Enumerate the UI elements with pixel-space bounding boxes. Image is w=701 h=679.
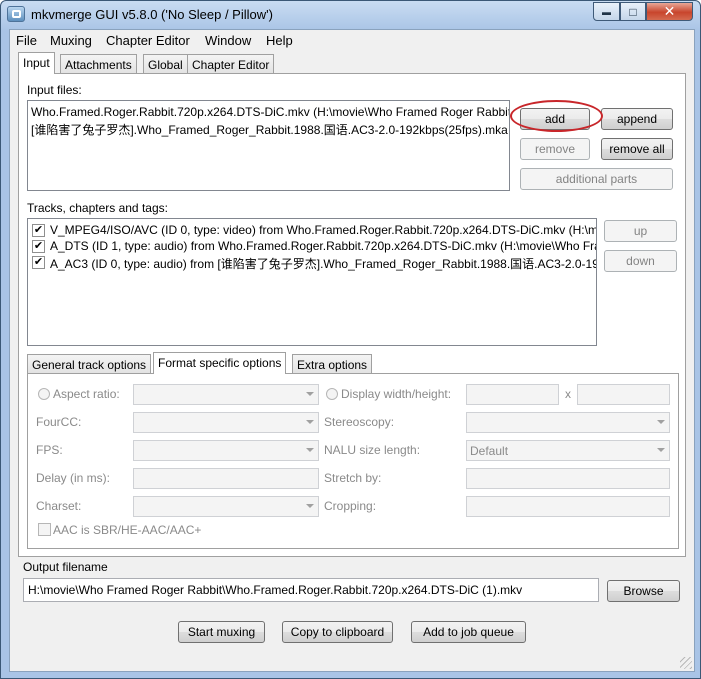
- remove-button[interactable]: remove: [520, 138, 590, 160]
- track-item[interactable]: V_MPEG4/ISO/AVC (ID 0, type: video) from…: [50, 223, 596, 239]
- nalu-label: NALU size length:: [324, 443, 421, 457]
- aac-sbr-label: AAC is SBR/HE-AAC/AAC+: [53, 523, 202, 537]
- delay-field[interactable]: [133, 468, 319, 489]
- maximize-icon: □: [629, 4, 637, 19]
- chevron-down-icon: [657, 420, 665, 424]
- minimize-icon: ▬: [602, 6, 611, 17]
- display-width-field[interactable]: [466, 384, 559, 405]
- tab-input[interactable]: Input: [18, 52, 55, 74]
- tab-chapter-editor[interactable]: Chapter Editor: [187, 54, 275, 74]
- stereoscopy-label: Stereoscopy:: [324, 415, 395, 429]
- minimize-button[interactable]: ▬: [593, 2, 620, 21]
- down-button[interactable]: down: [604, 250, 677, 272]
- track-item[interactable]: A_DTS (ID 1, type: audio) from Who.Frame…: [50, 239, 596, 255]
- stretch-field[interactable]: [466, 468, 670, 489]
- stretch-label: Stretch by:: [324, 471, 382, 485]
- display-wh-label: Display width/height:: [341, 387, 452, 401]
- maximize-button[interactable]: □: [620, 2, 646, 21]
- charset-combo[interactable]: [133, 496, 319, 517]
- aspect-ratio-combo[interactable]: [133, 384, 319, 405]
- fourcc-label: FourCC:: [36, 415, 82, 429]
- menu-help[interactable]: Help: [266, 33, 293, 48]
- delay-label: Delay (in ms):: [36, 471, 111, 485]
- browse-button[interactable]: Browse: [607, 580, 680, 602]
- chevron-down-icon: [306, 504, 314, 508]
- close-button[interactable]: ✕: [646, 2, 693, 21]
- menu-file[interactable]: File: [16, 33, 37, 48]
- tracks-list[interactable]: ✔ V_MPEG4/ISO/AVC (ID 0, type: video) fr…: [27, 218, 597, 346]
- aspect-ratio-radio[interactable]: [38, 388, 50, 400]
- input-files-label: Input files:: [27, 83, 82, 97]
- output-filename-field[interactable]: H:\movie\Who Framed Roger Rabbit\Who.Fra…: [23, 578, 599, 602]
- append-button[interactable]: append: [601, 108, 673, 130]
- aac-sbr-checkbox[interactable]: [38, 523, 51, 536]
- app-icon: [7, 6, 25, 22]
- remove-all-button[interactable]: remove all: [601, 138, 673, 160]
- list-item[interactable]: Who.Framed.Roger.Rabbit.720p.x264.DTS-Di…: [31, 105, 509, 121]
- nalu-combo[interactable]: Default: [466, 440, 670, 461]
- stereoscopy-combo[interactable]: [466, 412, 670, 433]
- menu-window[interactable]: Window: [205, 33, 251, 48]
- additional-parts-button[interactable]: additional parts: [520, 168, 673, 190]
- nalu-value: Default: [470, 444, 509, 458]
- display-height-field[interactable]: [577, 384, 670, 405]
- format-options-panel: Aspect ratio: Display width/height: x Fo…: [27, 373, 679, 549]
- start-muxing-button[interactable]: Start muxing: [178, 621, 265, 643]
- menu-muxing[interactable]: Muxing: [50, 33, 92, 48]
- input-tab-panel: Input files: Who.Framed.Roger.Rabbit.720…: [18, 73, 686, 557]
- cropping-field[interactable]: [466, 496, 670, 517]
- track-checkbox[interactable]: ✔: [32, 240, 45, 253]
- track-item[interactable]: A_AC3 (ID 0, type: audio) from [谁陷害了兔子罗杰…: [50, 255, 596, 271]
- app-window: mkvmerge GUI v5.8.0 ('No Sleep / Pillow'…: [0, 0, 701, 679]
- list-item[interactable]: [谁陷害了兔子罗杰].Who_Framed_Roger_Rabbit.1988.…: [31, 121, 508, 137]
- output-filename-label: Output filename: [23, 560, 108, 574]
- chevron-down-icon: [306, 448, 314, 452]
- display-wh-radio[interactable]: [326, 388, 338, 400]
- copy-to-clipboard-button[interactable]: Copy to clipboard: [282, 621, 393, 643]
- display-x-separator: x: [565, 387, 571, 401]
- tab-general-track-options[interactable]: General track options: [27, 354, 152, 374]
- track-checkbox[interactable]: ✔: [32, 256, 45, 269]
- tab-global[interactable]: Global: [143, 54, 188, 74]
- track-checkbox[interactable]: ✔: [32, 224, 45, 237]
- cropping-label: Cropping:: [324, 499, 377, 513]
- window-title: mkvmerge GUI v5.8.0 ('No Sleep / Pillow'…: [31, 7, 273, 22]
- tab-format-specific-options[interactable]: Format specific options: [153, 352, 287, 374]
- highlight-annotation: [510, 100, 603, 132]
- add-to-job-queue-button[interactable]: Add to job queue: [411, 621, 526, 643]
- fps-combo[interactable]: [133, 440, 319, 461]
- menu-chapter-editor[interactable]: Chapter Editor: [106, 33, 190, 48]
- fps-label: FPS:: [36, 443, 63, 457]
- tab-extra-options[interactable]: Extra options: [292, 354, 373, 374]
- aspect-ratio-label: Aspect ratio:: [53, 387, 120, 401]
- chevron-down-icon: [657, 448, 665, 452]
- chevron-down-icon: [306, 392, 314, 396]
- chevron-down-icon: [306, 420, 314, 424]
- resize-gripper[interactable]: [680, 657, 692, 669]
- charset-label: Charset:: [36, 499, 82, 513]
- up-button[interactable]: up: [604, 220, 677, 242]
- tracks-label: Tracks, chapters and tags:: [27, 201, 168, 215]
- title-bar[interactable]: mkvmerge GUI v5.8.0 ('No Sleep / Pillow'…: [1, 1, 700, 29]
- input-files-list[interactable]: Who.Framed.Roger.Rabbit.720p.x264.DTS-Di…: [27, 100, 510, 191]
- fourcc-combo[interactable]: [133, 412, 319, 433]
- output-filename-value: H:\movie\Who Framed Roger Rabbit\Who.Fra…: [28, 583, 523, 597]
- tab-attachments[interactable]: Attachments: [60, 54, 137, 74]
- menu-bar: File Muxing Chapter Editor Window Help: [10, 30, 694, 50]
- close-icon: ✕: [663, 3, 676, 19]
